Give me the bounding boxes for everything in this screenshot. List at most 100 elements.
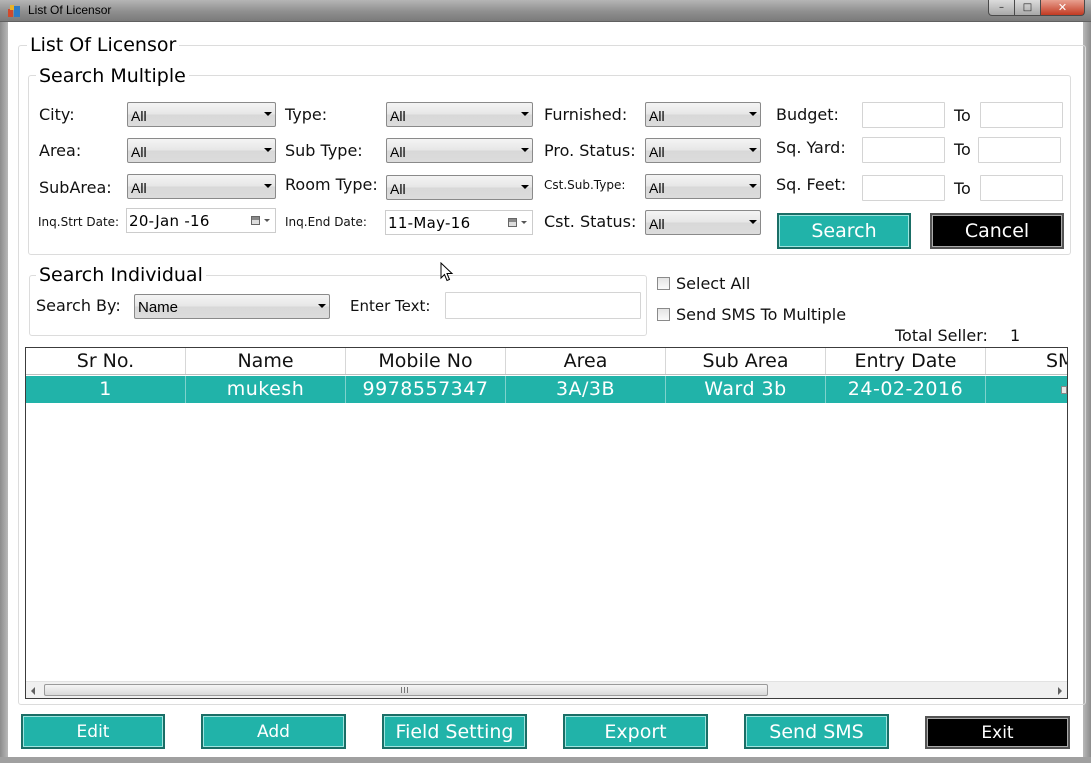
sq-feet-to-input[interactable] (980, 175, 1063, 201)
scrollbar-thumb[interactable] (44, 684, 768, 696)
title-bar: List Of Licensor – □ ✕ (0, 0, 1091, 22)
grid-header: Sr No. Name Mobile No Area Sub Area Entr… (26, 348, 1067, 375)
type-select[interactable]: All (386, 102, 533, 127)
grip-icon (401, 687, 408, 693)
cst-sub-type-select[interactable]: All (645, 174, 761, 199)
budget-from-input[interactable] (862, 102, 945, 128)
cell-name: mukesh (186, 376, 346, 403)
chevron-down-icon (264, 148, 272, 152)
total-seller-label: Total Seller: (895, 326, 988, 345)
inq-end-date-value: 11-May-16 (388, 214, 471, 232)
inq-start-date-label: Inq.Strt Date: (38, 215, 120, 229)
subarea-select-value: All (131, 180, 147, 196)
cst-status-select-value: All (649, 216, 665, 232)
edit-button[interactable]: Edit (21, 714, 165, 749)
subarea-select[interactable]: All (127, 174, 276, 199)
pro-status-select[interactable]: All (645, 138, 761, 163)
window-controls: – □ ✕ (988, 0, 1085, 16)
window-frame-left (0, 22, 8, 763)
search-button[interactable]: Search (777, 213, 911, 249)
sq-yard-to-input[interactable] (978, 137, 1061, 163)
chevron-down-icon (264, 219, 270, 222)
column-header-sub-area[interactable]: Sub Area (666, 348, 826, 374)
mouse-cursor-icon (440, 262, 454, 282)
city-select[interactable]: All (127, 102, 276, 127)
sq-yard-label: Sq. Yard: (776, 138, 846, 157)
add-button[interactable]: Add (201, 714, 346, 749)
field-setting-button[interactable]: Field Setting (382, 714, 527, 749)
send-sms-multiple-checkbox[interactable] (657, 308, 670, 321)
area-select-value: All (131, 144, 147, 160)
cst-sub-type-label: Cst.Sub.Type: (544, 178, 626, 192)
send-sms-button[interactable]: Send SMS (744, 714, 889, 749)
sq-yard-to-label: To (954, 140, 971, 159)
search-by-label: Search By: (36, 296, 121, 315)
subtype-select[interactable]: All (386, 138, 533, 163)
chevron-down-icon (749, 112, 757, 116)
select-all-checkbox[interactable] (657, 277, 670, 290)
furnished-select-value: All (649, 108, 665, 124)
type-label: Type: (285, 105, 328, 124)
inq-end-date-picker[interactable]: 11-May-16 (385, 210, 533, 235)
furnished-select[interactable]: All (645, 102, 761, 127)
column-header-sms[interactable]: SMS (986, 348, 1067, 374)
column-header-mobile-no[interactable]: Mobile No (346, 348, 506, 374)
select-all-label: Select All (676, 274, 751, 293)
calendar-icon (508, 218, 517, 227)
city-select-value: All (131, 108, 147, 124)
cst-status-select[interactable]: All (645, 210, 761, 235)
exit-button[interactable]: Exit (925, 716, 1070, 749)
cell-entry-date: 24-02-2016 (826, 376, 986, 403)
room-type-label: Room Type: (285, 175, 378, 194)
cst-status-label: Cst. Status: (544, 212, 637, 231)
chevron-down-icon (749, 220, 757, 224)
budget-label: Budget: (776, 105, 839, 124)
room-type-select-value: All (390, 181, 406, 197)
sq-feet-label: Sq. Feet: (776, 175, 847, 194)
cell-mobile-no: 9978557347 (346, 376, 506, 403)
horizontal-scrollbar[interactable] (26, 681, 1067, 698)
calendar-icon (251, 216, 260, 225)
cell-sr-no: 1 (26, 376, 186, 403)
send-sms-multiple-label: Send SMS To Multiple (676, 305, 847, 324)
furnished-label: Furnished: (544, 105, 628, 124)
chevron-down-icon (264, 112, 272, 116)
column-header-entry-date[interactable]: Entry Date (826, 348, 986, 374)
column-header-sr-no[interactable]: Sr No. (26, 348, 186, 374)
area-select[interactable]: All (127, 138, 276, 163)
sms-checkbox[interactable] (1061, 386, 1067, 394)
room-type-select[interactable]: All (386, 175, 533, 200)
cancel-button[interactable]: Cancel (930, 213, 1064, 249)
close-button[interactable]: ✕ (1041, 0, 1085, 16)
export-button[interactable]: Export (563, 714, 708, 749)
cell-sms (986, 376, 1067, 403)
column-header-name[interactable]: Name (186, 348, 346, 374)
scroll-left-icon[interactable] (31, 687, 35, 695)
column-header-area[interactable]: Area (506, 348, 666, 374)
table-row[interactable]: 1 mukesh 9978557347 3A/3B Ward 3b 24-02-… (26, 376, 1067, 403)
enter-text-input[interactable] (445, 292, 641, 319)
budget-to-label: To (954, 106, 971, 125)
licensor-group-title: List Of Licensor (27, 34, 180, 56)
window-frame-bottom (0, 757, 1091, 763)
inq-start-date-value: 20-Jan -16 (129, 212, 210, 230)
search-by-select[interactable]: Name (134, 294, 330, 319)
type-select-value: All (390, 108, 406, 124)
search-multiple-title: Search Multiple (36, 65, 189, 87)
sq-yard-from-input[interactable] (862, 137, 945, 163)
licensor-grid[interactable]: Sr No. Name Mobile No Area Sub Area Entr… (25, 347, 1068, 699)
scroll-right-icon[interactable] (1058, 687, 1062, 695)
cell-sub-area: Ward 3b (666, 376, 826, 403)
budget-to-input[interactable] (980, 102, 1063, 128)
chevron-down-icon (318, 304, 326, 308)
sq-feet-from-input[interactable] (862, 175, 945, 201)
chevron-down-icon (749, 148, 757, 152)
pro-status-label: Pro. Status: (544, 141, 636, 160)
inq-start-date-picker[interactable]: 20-Jan -16 (126, 208, 276, 233)
chevron-down-icon (521, 148, 529, 152)
chevron-down-icon (521, 112, 529, 116)
maximize-button[interactable]: □ (1015, 0, 1041, 16)
minimize-button[interactable]: – (988, 0, 1015, 16)
cst-sub-type-select-value: All (649, 180, 665, 196)
chevron-down-icon (749, 184, 757, 188)
